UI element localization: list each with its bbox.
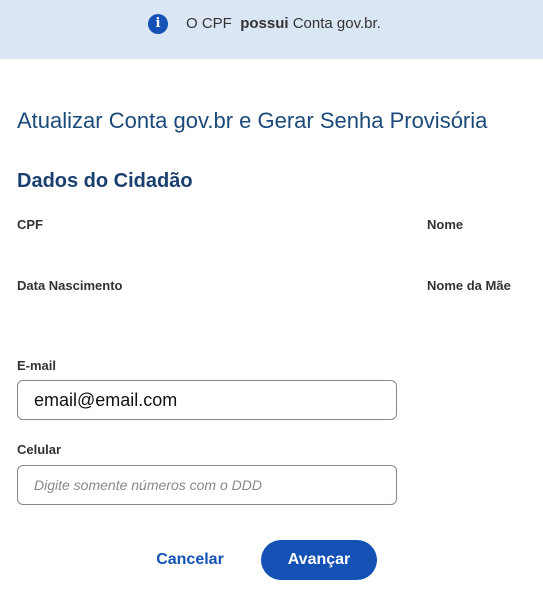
page-title: Atualizar Conta gov.br e Gerar Senha Pro…	[17, 108, 488, 133]
nome-label: Nome	[427, 217, 464, 232]
info-message-prefix: O CPF	[186, 15, 232, 32]
data-nascimento-label: Data Nascimento	[17, 278, 123, 293]
section-title: Dados do Cidadão	[17, 170, 193, 192]
next-button[interactable]: Avançar	[261, 540, 377, 580]
celular-input[interactable]	[17, 465, 397, 505]
cpf-label: CPF	[17, 217, 43, 232]
page: i O CPF possui Conta gov.br. Atualizar C…	[0, 0, 543, 604]
info-message-suffix: Conta gov.br.	[292, 15, 381, 32]
email-label: E-mail	[17, 358, 57, 373]
info-message: O CPF possui Conta gov.br.	[186, 14, 381, 34]
cancel-button[interactable]: Cancelar	[140, 540, 240, 580]
email-input[interactable]	[17, 380, 397, 420]
info-message-emphasis: possui	[240, 15, 289, 32]
info-icon: i	[148, 14, 168, 34]
nome-mae-label: Nome da Mãe	[427, 278, 511, 293]
celular-label: Celular	[17, 442, 62, 457]
info-banner: i O CPF possui Conta gov.br.	[0, 0, 543, 59]
